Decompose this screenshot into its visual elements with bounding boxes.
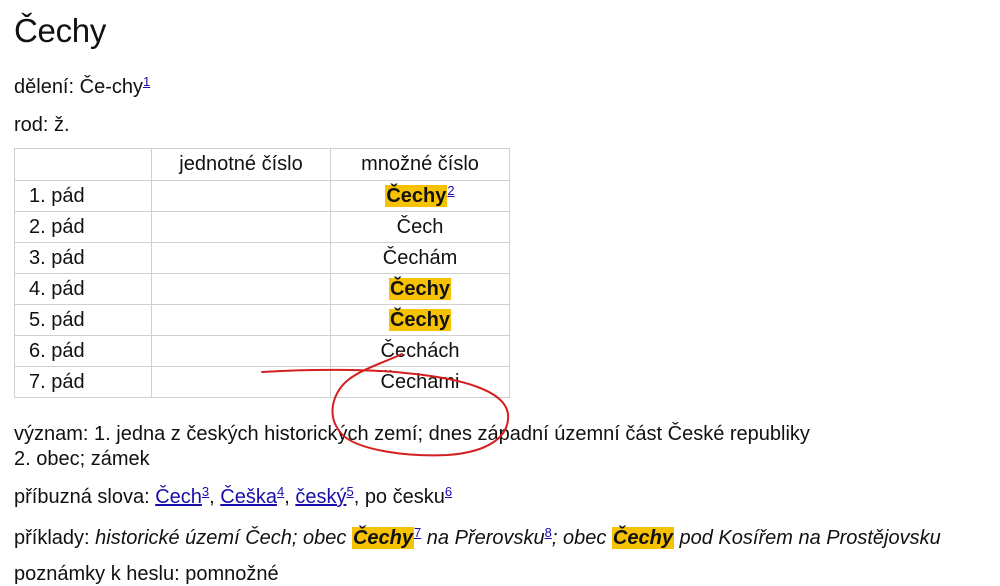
example-highlight-1: Čechy: [351, 527, 414, 549]
table-row: 5. pád Čechy: [14, 304, 510, 336]
singular-cell: [151, 304, 331, 336]
plural-form-highlighted: Čechy: [388, 277, 452, 300]
meaning-label: význam:: [14, 423, 89, 445]
footnote-link-6[interactable]: 6: [445, 484, 452, 499]
syllabification-value: Če-chy: [79, 76, 143, 98]
table-row: 3. pád Čechám: [14, 242, 510, 274]
related-word-link[interactable]: Češka: [220, 486, 277, 508]
examples-label: příklady:: [14, 527, 90, 549]
related-word-plain: po česku: [364, 486, 445, 508]
table-row: 1. pád Čechy2: [14, 180, 510, 212]
footnote-link-3[interactable]: 3: [202, 484, 209, 499]
plural-cell: Čechách: [330, 335, 510, 367]
header-plural: množné číslo: [330, 148, 510, 181]
case-cell: 4. pád: [14, 273, 152, 305]
syllabification-label: dělení:: [14, 76, 75, 98]
singular-cell: [151, 180, 331, 212]
case-cell: 2. pád: [14, 211, 152, 243]
notes-value: pomnožné: [185, 563, 279, 585]
plural-cell: Čechy: [330, 304, 510, 336]
table-row: 4. pád Čechy: [14, 273, 510, 305]
example-text-2: na Přerovsku: [426, 527, 545, 549]
declension-table: jednotné číslo množné číslo 1. pád Čechy…: [14, 148, 510, 398]
footnote-link-4[interactable]: 4: [277, 484, 284, 499]
entry-title: Čechy: [14, 12, 107, 49]
plural-form-highlighted: Čechy: [385, 184, 448, 207]
related-word-link[interactable]: český: [295, 486, 346, 508]
example-highlight-2: Čechy: [611, 527, 674, 549]
gender-line: rod: ž.: [14, 114, 70, 137]
plural-form-highlighted: Čechy: [388, 308, 452, 331]
table-row: 6. pád Čechách: [14, 335, 510, 367]
meaning-text-2: 2. obec; zámek: [14, 448, 150, 470]
related-word-link[interactable]: Čech: [155, 486, 202, 508]
table-header-row: jednotné číslo množné číslo: [14, 148, 510, 181]
singular-cell: [151, 335, 331, 367]
notes-label: poznámky k heslu:: [14, 563, 180, 585]
related-words-line: příbuzná slova: Čech3, Češka4, český5, p…: [14, 484, 453, 508]
footnote-link-5[interactable]: 5: [346, 484, 353, 499]
syllabification-line: dělení: Če-chy1: [14, 74, 150, 99]
table-row: 7. pád Čechami: [14, 366, 510, 398]
example-text-3: ; obec: [551, 527, 607, 549]
meaning-line-1: význam: 1. jedna z českých historických …: [14, 423, 810, 446]
plural-cell: Čechy2: [330, 180, 510, 212]
gender-label: rod:: [14, 114, 49, 136]
related-words-label: příbuzná slova:: [14, 486, 150, 508]
singular-cell: [151, 273, 331, 305]
singular-cell: [151, 366, 331, 398]
example-text-4: pod Kosířem na Prostějovsku: [679, 527, 941, 549]
header-singular: jednotné číslo: [151, 148, 331, 181]
footnote-link-1[interactable]: 1: [143, 74, 150, 89]
case-cell: 3. pád: [14, 242, 152, 274]
plural-cell: Čechám: [330, 242, 510, 274]
case-cell: 7. pád: [14, 366, 152, 398]
footnote-link-7[interactable]: 7: [414, 525, 421, 540]
plural-cell: Čech: [330, 211, 510, 243]
example-text-1: historické území Čech; obec: [95, 527, 347, 549]
header-case: [14, 148, 152, 181]
singular-cell: [151, 211, 331, 243]
meaning-line-2: 2. obec; zámek: [14, 448, 150, 471]
examples-line: příklady: historické území Čech; obec Če…: [14, 525, 941, 550]
plural-cell: Čechy: [330, 273, 510, 305]
case-cell: 1. pád: [14, 180, 152, 212]
meaning-text-1: 1. jedna z českých historických zemí; dn…: [94, 423, 810, 445]
plural-cell: Čechami: [330, 366, 510, 398]
footnote-link-2[interactable]: 2: [447, 183, 454, 198]
singular-cell: [151, 242, 331, 274]
gender-value: ž.: [54, 114, 70, 136]
table-row: 2. pád Čech: [14, 211, 510, 243]
footnote-link-8[interactable]: 8: [545, 525, 552, 540]
case-cell: 5. pád: [14, 304, 152, 336]
case-cell: 6. pád: [14, 335, 152, 367]
